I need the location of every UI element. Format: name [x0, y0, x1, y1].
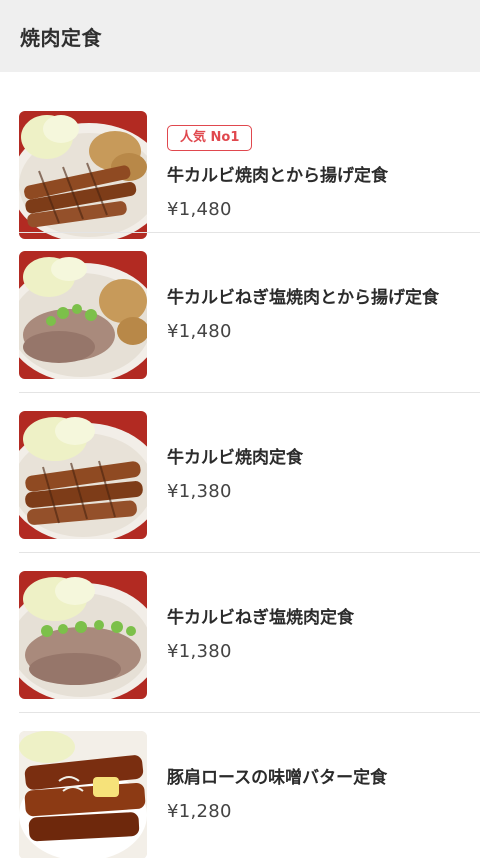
item-info: 豚肩ロースの味噌バター定食 ¥1,280 — [167, 712, 440, 858]
menu-item[interactable]: 人気 No1 牛カルビ焼肉とから揚げ定食 ¥1,480 — [0, 92, 480, 252]
food-image — [19, 251, 147, 379]
item-info: 人気 No1 牛カルビ焼肉とから揚げ定食 ¥1,480 — [167, 92, 440, 252]
item-price: ¥1,280 — [167, 800, 232, 822]
header-bar: 焼肉定食 — [0, 0, 480, 72]
popular-badge: 人気 No1 — [167, 124, 253, 151]
item-price: ¥1,380 — [167, 480, 232, 502]
food-image — [19, 571, 147, 699]
item-price: ¥1,480 — [167, 320, 232, 342]
menu-item[interactable]: 牛カルビ焼肉定食 ¥1,380 — [0, 392, 480, 552]
item-name: 牛カルビねぎ塩焼肉定食 — [167, 607, 354, 628]
item-info: 牛カルビねぎ塩焼肉定食 ¥1,380 — [167, 552, 440, 712]
page-title: 焼肉定食 — [20, 25, 102, 50]
food-image — [19, 111, 147, 239]
food-image — [19, 731, 147, 858]
item-price: ¥1,480 — [167, 198, 232, 220]
item-price: ¥1,380 — [167, 640, 232, 662]
menu-item[interactable]: 牛カルビねぎ塩焼肉とから揚げ定食 ¥1,480 — [0, 232, 480, 392]
menu-item[interactable]: 豚肩ロースの味噌バター定食 ¥1,280 — [0, 712, 480, 858]
item-info: 牛カルビねぎ塩焼肉とから揚げ定食 ¥1,480 — [167, 232, 440, 392]
item-name: 豚肩ロースの味噌バター定食 — [167, 767, 388, 788]
item-name: 牛カルビねぎ塩焼肉とから揚げ定食 — [167, 287, 439, 308]
menu-item[interactable]: 牛カルビねぎ塩焼肉定食 ¥1,380 — [0, 552, 480, 712]
item-name: 牛カルビ焼肉とから揚げ定食 — [167, 165, 388, 186]
item-name: 牛カルビ焼肉定食 — [167, 447, 303, 468]
item-info: 牛カルビ焼肉定食 ¥1,380 — [167, 392, 440, 552]
food-image — [19, 411, 147, 539]
